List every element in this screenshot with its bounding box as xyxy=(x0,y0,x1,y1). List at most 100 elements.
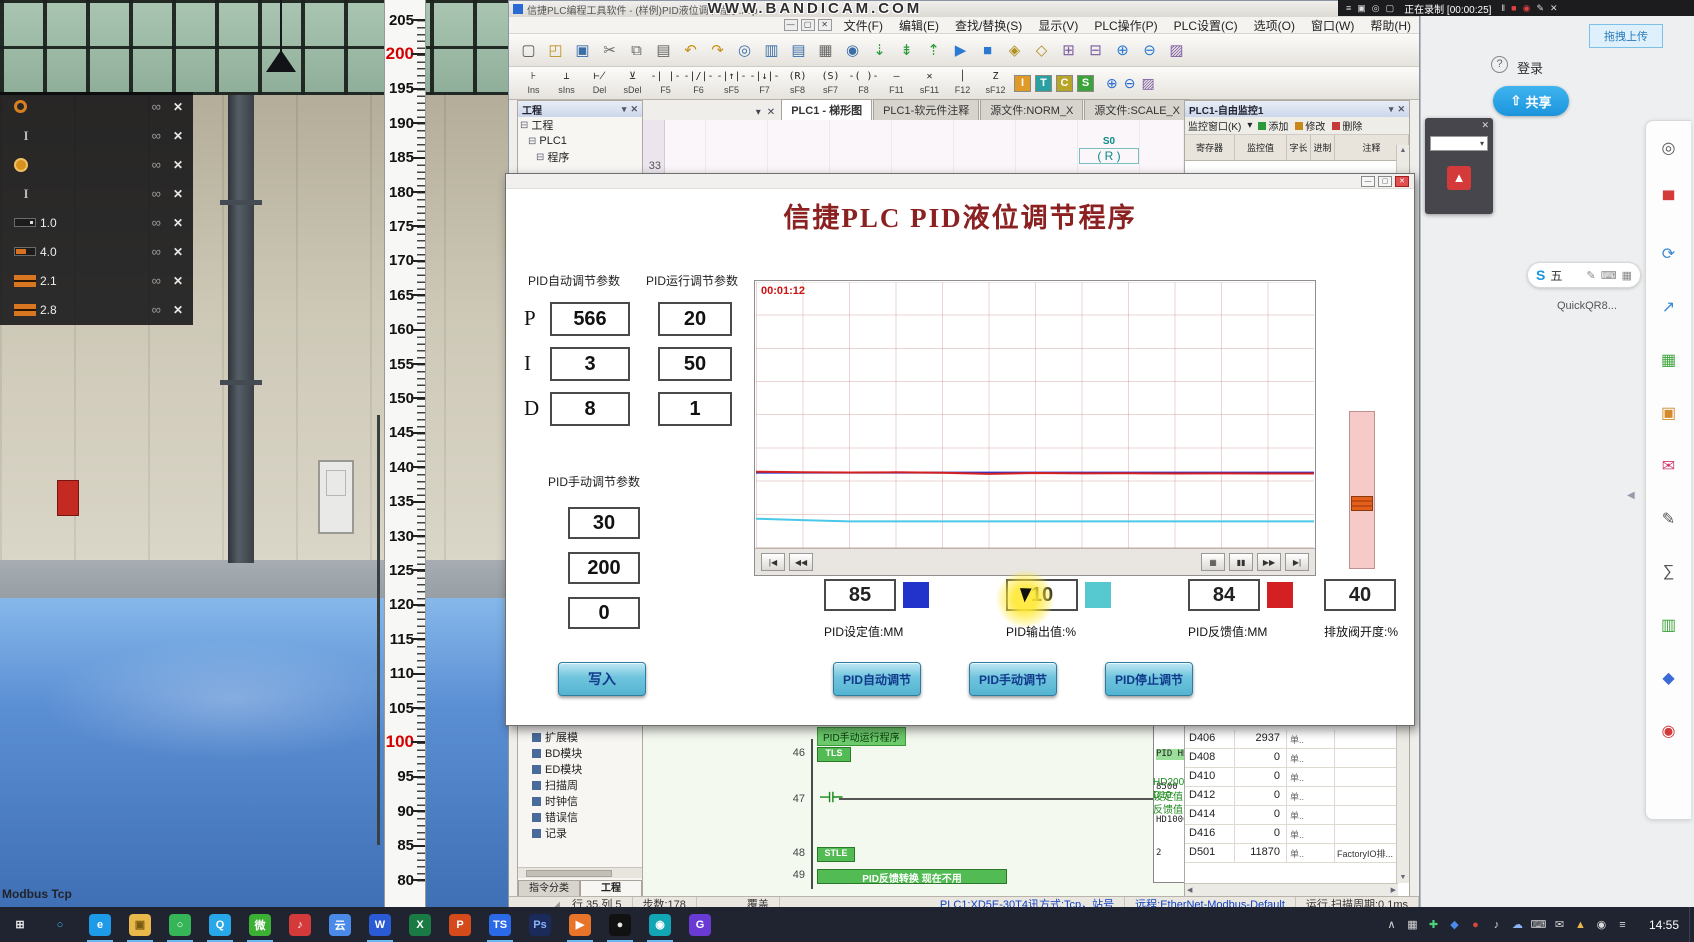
readout-value[interactable]: 84 xyxy=(1188,579,1260,611)
window-select-icon[interactable]: ▣ xyxy=(1357,3,1366,14)
readout-value[interactable]: 85 xyxy=(824,579,896,611)
program-comment-block[interactable]: PID反馈转换 现在不用 xyxy=(817,869,1007,884)
document-tab[interactable]: 源文件:SCALE_X xyxy=(1084,99,1190,120)
screenshot-icon[interactable]: ▣ xyxy=(1646,386,1691,439)
tls-block[interactable]: TLS xyxy=(817,747,851,762)
table-row[interactable]: D414 0 单.. xyxy=(1185,806,1398,825)
pin-icon[interactable]: ▾ xyxy=(622,104,627,115)
fast-forward-button[interactable]: ▶▶ xyxy=(1257,553,1281,571)
pid-run-input[interactable]: 20 xyxy=(658,302,732,336)
scroll-up-icon[interactable]: ▲ xyxy=(1400,147,1407,154)
download-all-icon[interactable]: ⇟ xyxy=(894,38,919,63)
search-button[interactable]: ○ xyxy=(40,907,80,942)
draw-icon[interactable]: ✎ xyxy=(1536,3,1544,14)
zoom-select-icon[interactable]: ◉ xyxy=(840,38,865,63)
collapse-chevron-icon[interactable]: ◀ xyxy=(1627,490,1635,501)
ladder-tool-button[interactable]: ⊥ sIns xyxy=(550,72,583,95)
tree-item[interactable]: 扫描周 xyxy=(518,777,642,793)
column-header[interactable]: 字长 xyxy=(1287,135,1311,160)
stop-icon[interactable]: ■ xyxy=(1511,3,1516,13)
expander-icon[interactable]: ⊟ xyxy=(528,136,536,147)
panel-card-icon[interactable]: ▨ xyxy=(1141,75,1154,92)
redo-icon[interactable]: ↷ xyxy=(705,38,730,63)
minimize-icon[interactable]: — xyxy=(1361,176,1375,187)
table-row[interactable]: D416 0 单.. xyxy=(1185,825,1398,844)
screenshot-icon[interactable]: ◉ xyxy=(1523,3,1531,14)
menu-item[interactable]: 查找/替换(S) xyxy=(947,16,1030,35)
ladder-tool-button[interactable]: ⊻ sDel xyxy=(616,72,649,95)
monitor-window-menu[interactable]: 监控窗口(K) xyxy=(1188,118,1241,133)
save-icon[interactable]: ▣ xyxy=(570,38,595,63)
pen-icon[interactable]: ✎ xyxy=(1586,269,1595,282)
close-icon[interactable]: ✕ xyxy=(173,245,183,259)
taskbar-app-browser[interactable]: ◉ xyxy=(640,907,680,942)
qr-icon[interactable]: ▦ xyxy=(1646,333,1691,386)
ladder-view-icon[interactable]: ▥ xyxy=(759,38,784,63)
ladder-tool-button[interactable]: -|↑|- sF5 xyxy=(715,72,748,95)
column-header[interactable]: 进制 xyxy=(1311,135,1335,160)
ladder-tool-button[interactable]: -| |- F5 xyxy=(649,72,682,95)
menu-item[interactable]: 帮助(H) xyxy=(1362,16,1419,35)
tray-icon[interactable]: ▲ xyxy=(1570,919,1591,931)
column-header[interactable]: 寄存器 xyxy=(1185,135,1235,160)
table-row[interactable]: D406 2937 单.. xyxy=(1185,730,1398,749)
refresh-icon[interactable]: ⟳ xyxy=(1646,227,1691,280)
tree-item[interactable]: 扩展模 xyxy=(518,729,642,745)
tray-icon[interactable]: ≡ xyxy=(1612,919,1633,931)
run-icon[interactable]: ▶ xyxy=(948,38,973,63)
taskbar-app-video[interactable]: ▶ xyxy=(560,907,600,942)
rewind-button[interactable]: ◀◀ xyxy=(789,553,813,571)
ladder-tool-button[interactable]: │ F12 xyxy=(946,72,979,95)
stle-block[interactable]: STLE xyxy=(817,847,855,862)
print-icon[interactable]: ▦ xyxy=(813,38,838,63)
project-panel-title[interactable]: 工程 ▾ ✕ xyxy=(518,101,642,117)
share-out-icon[interactable]: ↗ xyxy=(1646,280,1691,333)
taskbar-app-ie[interactable]: e xyxy=(80,907,120,942)
bookmark-icon[interactable]: ▀ xyxy=(1646,174,1691,227)
taskbar-app-player[interactable]: ● xyxy=(600,907,640,942)
tray-icon[interactable]: ☁ xyxy=(1507,918,1528,931)
skip-start-button[interactable]: |◀ xyxy=(761,553,785,571)
message-icon[interactable]: ✉ xyxy=(1646,439,1691,492)
close-icon[interactable]: ✕ xyxy=(173,216,183,230)
card-icon[interactable]: ▨ xyxy=(1164,38,1189,63)
document-tab[interactable]: 源文件:NORM_X xyxy=(980,99,1083,120)
ladder-tool-button[interactable]: (S) sF7 xyxy=(814,72,847,95)
tree-item[interactable]: 时钟信 xyxy=(518,793,642,809)
close-icon[interactable]: ✕ xyxy=(630,104,638,115)
taskbar-app-excel[interactable]: X xyxy=(400,907,440,942)
close-icon[interactable]: ✕ xyxy=(1481,120,1489,131)
skip-end-button[interactable]: ▶| xyxy=(1285,553,1309,571)
grid-icon[interactable]: ▦ xyxy=(1622,269,1632,282)
close-icon[interactable]: ✕ xyxy=(1395,176,1409,187)
tray-icon[interactable]: ✚ xyxy=(1423,918,1444,931)
document-tab[interactable]: PLC1 - 梯形图 xyxy=(781,99,872,120)
taskbar-app-ps[interactable]: Ps xyxy=(520,907,560,942)
lock-icon[interactable]: ◈ xyxy=(1002,38,1027,63)
close-icon[interactable]: ✕ xyxy=(173,158,183,172)
taskbar-app-ts[interactable]: TS xyxy=(480,907,520,942)
link-icon[interactable]: ∞ xyxy=(152,186,161,201)
expander-icon[interactable]: ⊟ xyxy=(536,152,544,163)
tray-icon[interactable]: ✉ xyxy=(1549,918,1570,931)
menu-item[interactable]: PLC操作(P) xyxy=(1086,16,1165,35)
menu-item[interactable]: 窗口(W) xyxy=(1303,16,1362,35)
paste-icon[interactable]: ▤ xyxy=(651,38,676,63)
link-icon[interactable]: ∞ xyxy=(152,215,161,230)
scroll-down-icon[interactable]: ▼ xyxy=(1400,874,1407,881)
input-method-pill[interactable]: S 五 ✎⌨▦ xyxy=(1527,262,1641,288)
function-block-button[interactable]: C xyxy=(1056,75,1073,92)
reset-coil-element[interactable]: S0 ( R ) xyxy=(1079,136,1139,164)
show-desktop-button[interactable] xyxy=(1689,907,1694,942)
share-button[interactable]: ⇧ 共享 xyxy=(1493,86,1569,116)
pid-run-input[interactable]: 50 xyxy=(658,347,732,381)
taskbar-app-word[interactable]: W xyxy=(360,907,400,942)
open-file-icon[interactable]: ◰ xyxy=(543,38,568,63)
tree-item[interactable]: ⊟ 工程 xyxy=(518,117,642,133)
function-block-button[interactable]: S xyxy=(1077,75,1094,92)
pid-mode-button[interactable]: PID自动调节 xyxy=(833,662,921,696)
shield-icon[interactable]: ◆ xyxy=(1646,651,1691,704)
taskbar-app-ppt[interactable]: P xyxy=(440,907,480,942)
tree-item[interactable]: ⊟ 程序 xyxy=(518,149,642,165)
tree-item[interactable]: 错误信 xyxy=(518,809,642,825)
